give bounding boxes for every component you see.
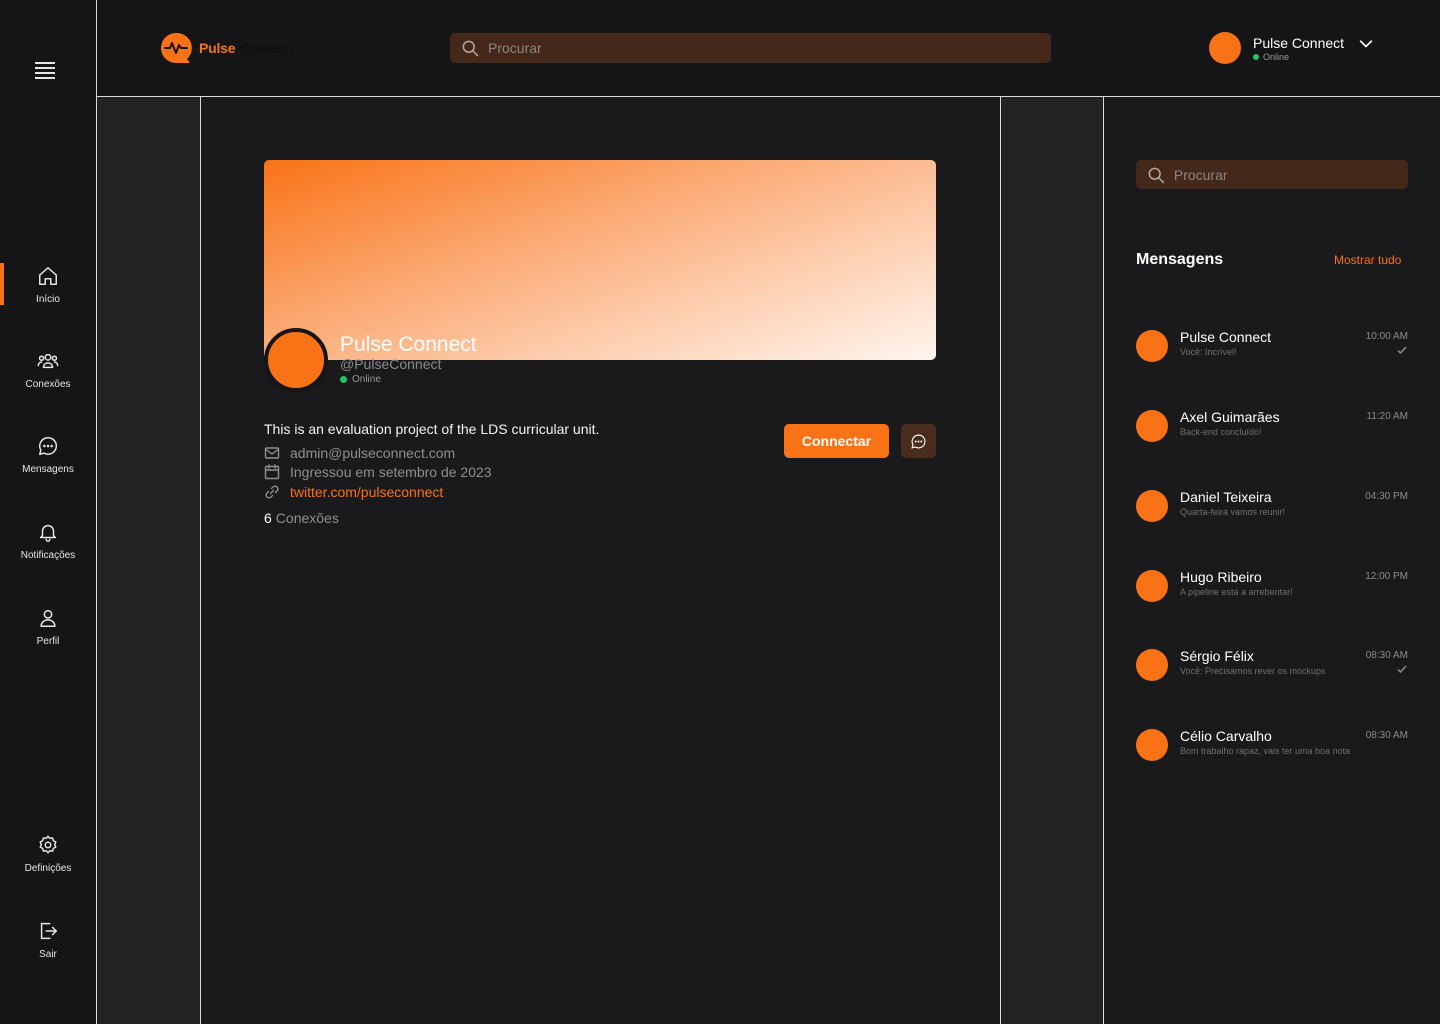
conversation-time: 11:20 AM <box>1366 411 1408 422</box>
messages-title: Mensagens <box>1136 251 1224 268</box>
conversation-preview: A pipeline está a arrebentar! <box>1180 587 1293 597</box>
right-gutter <box>1000 97 1104 1024</box>
search-bar <box>450 33 1051 63</box>
sidebar-item-label: Conexões <box>25 379 71 390</box>
joined-row: Ingressou em setembro de 2023 <box>264 464 492 480</box>
sidebar-item-label: Sair <box>39 949 57 960</box>
logo-pulse-icon <box>160 32 192 64</box>
conversation-item[interactable]: Axel Guimarães Back-end concluído! 11:20… <box>1136 409 1408 450</box>
avatar <box>1136 649 1168 681</box>
conversation-preview: Quarta-feira vamos reunir! <box>1180 507 1286 517</box>
chevron-down-icon[interactable] <box>1356 34 1376 54</box>
sidebar-item-label: Início <box>36 294 60 305</box>
left-gutter <box>97 97 201 1024</box>
conversation-time: 12:00 PM <box>1365 571 1408 582</box>
status-indicator: Online <box>1253 52 1344 62</box>
conversation-name: Axel Guimarães <box>1180 409 1280 425</box>
calendar-icon <box>264 464 280 480</box>
conversation-time: 08:30 AM <box>1365 730 1408 741</box>
logo[interactable]: Pulse Connect <box>160 32 294 64</box>
check-icon <box>1397 346 1407 355</box>
conversation-item[interactable]: Sérgio Félix Você: Precisamos rever os m… <box>1136 648 1408 689</box>
sidebar-item-notificacoes[interactable]: Notificações <box>0 521 96 569</box>
sidebar-item-conexoes[interactable]: Conexões <box>0 350 96 398</box>
mail-icon <box>264 447 280 459</box>
bell-icon <box>39 524 57 542</box>
search-icon <box>1148 167 1165 183</box>
conversation-preview: Você: Precisamos rever os mockups <box>1180 666 1326 676</box>
profile-name: Pulse Connect <box>340 333 477 356</box>
search-input[interactable] <box>488 40 1020 56</box>
profile-bio: This is an evaluation project of the LDS… <box>264 421 600 437</box>
email-row: admin@pulseconnect.com <box>264 445 455 461</box>
conversation-name: Hugo Ribeiro <box>1180 569 1262 585</box>
home-icon <box>39 267 57 285</box>
sidebar-item-mensagens[interactable]: Mensagens <box>0 435 96 483</box>
sidebar-item-sair[interactable]: Sair <box>0 920 96 968</box>
menu-icon[interactable] <box>35 62 55 79</box>
conversation-item[interactable]: Célio Carvalho Bom trabalho rapaz, vais … <box>1136 728 1408 769</box>
conversation-time: 10:00 AM <box>1365 331 1408 342</box>
avatar <box>1136 410 1168 442</box>
avatar <box>1136 490 1168 522</box>
conversation-name: Sérgio Félix <box>1180 648 1254 664</box>
conversation-item[interactable]: Pulse Connect Você: Incrível! 10:00 AM <box>1136 329 1408 370</box>
avatar <box>1209 32 1241 64</box>
top-bar: Pulse Connect Pulse Connect Online <box>97 0 1440 97</box>
conversation-name: Pulse Connect <box>1180 329 1272 345</box>
messages-search-bar <box>1136 160 1408 189</box>
logo-text: Pulse Connect <box>199 40 294 56</box>
sidebar-item-inicio[interactable]: Início <box>0 263 96 313</box>
avatar <box>1136 330 1168 362</box>
messages-search-input[interactable] <box>1173 166 1408 183</box>
conversation-name: Daniel Teixeira <box>1180 489 1272 505</box>
profile-banner <box>264 160 936 360</box>
sidebar-item-label: Perfil <box>36 636 60 647</box>
avatar <box>1136 729 1168 761</box>
chat-icon <box>39 437 58 455</box>
logout-icon <box>40 922 57 940</box>
sidebar-item-label: Notificações <box>20 550 76 561</box>
profile-link[interactable]: twitter.com/pulseconnect <box>290 484 443 500</box>
user-icon <box>40 609 56 627</box>
link-row: twitter.com/pulseconnect <box>264 484 443 500</box>
connect-button[interactable]: Connectar <box>784 424 889 458</box>
sidebar-item-label: Mensagens <box>22 464 74 475</box>
users-icon <box>37 353 59 369</box>
user-menu[interactable]: Pulse Connect Online <box>1209 32 1376 64</box>
avatar <box>1136 570 1168 602</box>
search-icon <box>462 40 479 57</box>
chat-icon <box>911 434 926 449</box>
conversation-name: Célio Carvalho <box>1180 728 1272 744</box>
user-name: Pulse Connect <box>1253 34 1345 51</box>
sidebar: Início Conexões Mensagens Notificações P… <box>0 0 97 1024</box>
sidebar-item-perfil[interactable]: Perfil <box>0 607 96 655</box>
profile-avatar[interactable] <box>264 328 328 392</box>
sidebar-item-definicoes[interactable]: Definições <box>0 834 96 882</box>
conversation-time: 08:30 AM <box>1365 650 1408 661</box>
conversation-preview: Back-end concluído! <box>1180 427 1262 437</box>
sidebar-item-label: Definições <box>24 863 72 874</box>
profile-main: Pulse Connect @PulseConnect Online This … <box>201 97 1000 1024</box>
conversation-preview: Você: Incrível! <box>1180 347 1237 357</box>
conversation-time: 04:30 PM <box>1365 491 1408 502</box>
connections-count[interactable]: 6 Conexões <box>264 510 339 526</box>
message-button[interactable] <box>901 424 936 458</box>
conversation-item[interactable]: Daniel Teixeira Quarta-feira vamos reuni… <box>1136 489 1408 530</box>
messages-panel: Mensagens Mostrar tudo Pulse Connect Voc… <box>1105 97 1440 1024</box>
gear-icon <box>39 835 57 854</box>
show-all-link[interactable]: Mostrar tudo <box>1334 253 1401 267</box>
conversation-item[interactable]: Hugo Ribeiro A pipeline está a arrebenta… <box>1136 569 1408 610</box>
link-icon <box>265 485 279 499</box>
check-icon <box>1397 665 1407 674</box>
profile-handle: @PulseConnect <box>340 356 442 372</box>
conversation-preview: Bom trabalho rapaz, vais ter uma boa not… <box>1180 746 1351 756</box>
profile-status: Online <box>340 374 381 385</box>
